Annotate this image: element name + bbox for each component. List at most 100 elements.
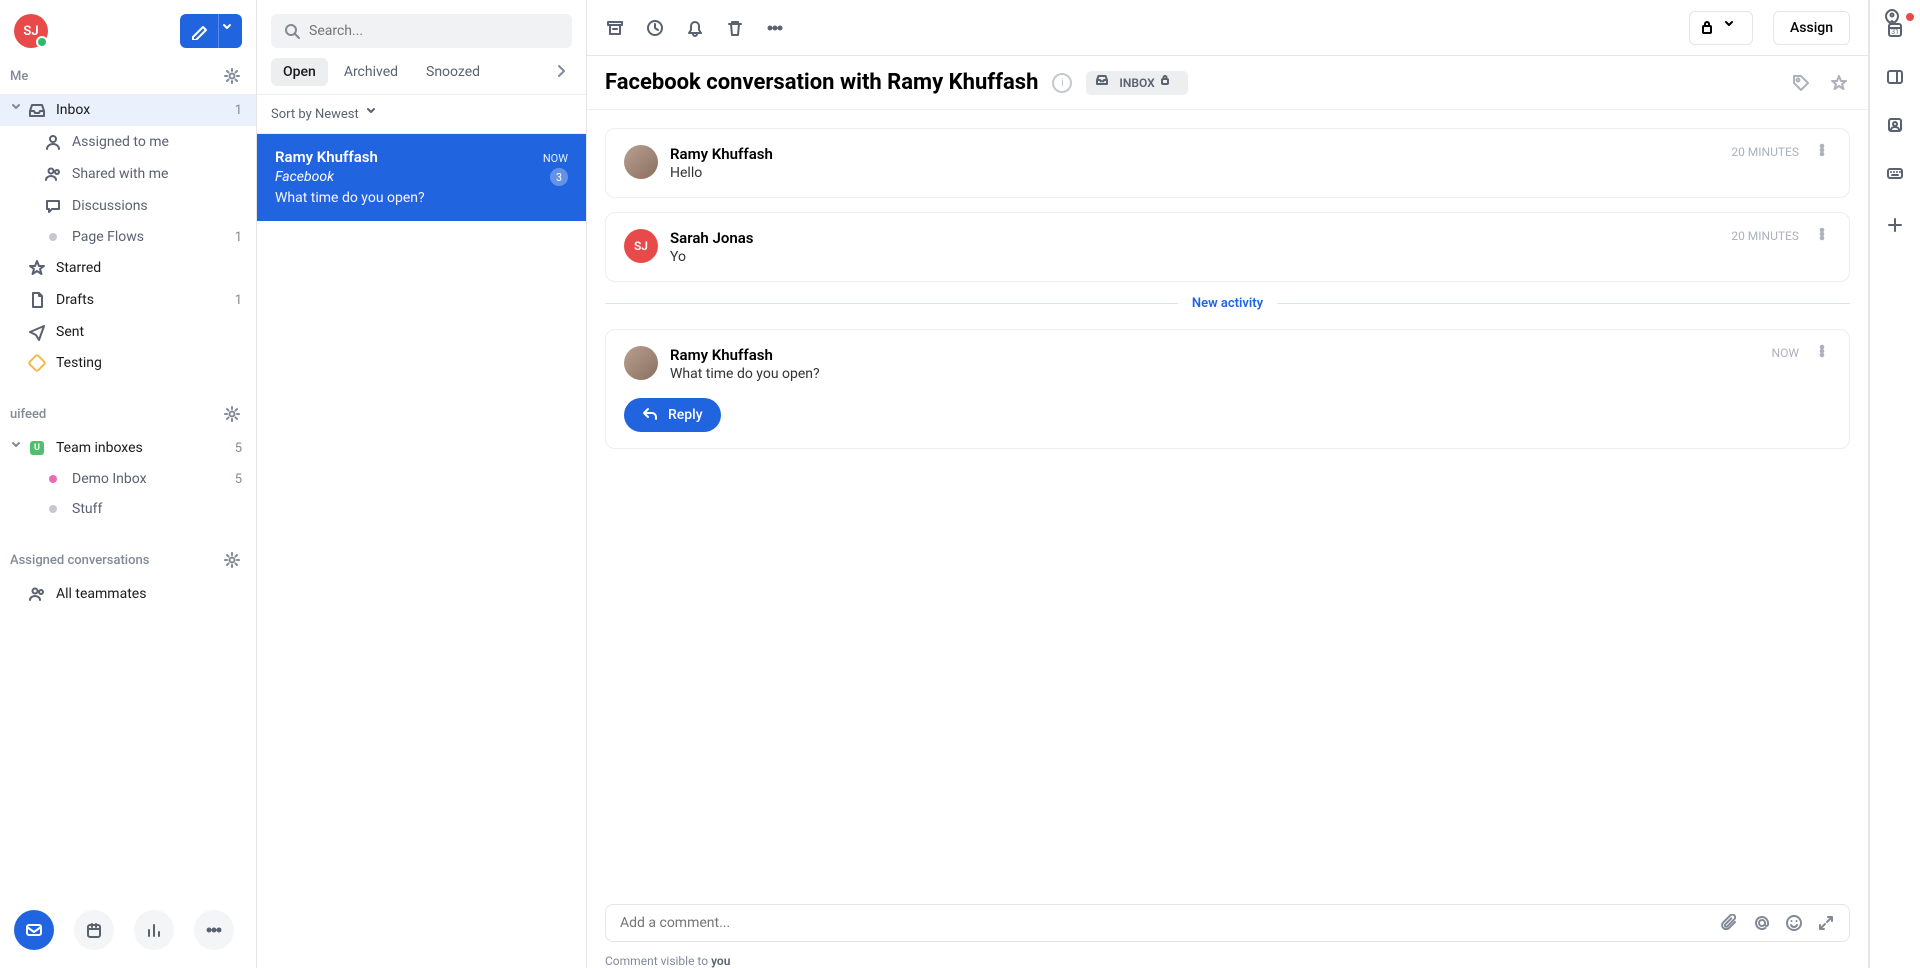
- nav-demo-inbox-count: 5: [235, 472, 242, 487]
- message-time: 20 MINUTES: [1731, 229, 1799, 243]
- section-uifeed: uifeed: [0, 396, 256, 432]
- calendar-icon: [85, 921, 103, 939]
- inbox-chip[interactable]: INBOX: [1086, 71, 1187, 95]
- chevron-right-icon: [554, 63, 572, 81]
- message-author: Sarah Jonas: [670, 229, 1831, 247]
- keyboard-icon: [1886, 164, 1904, 182]
- star-button[interactable]: [1828, 72, 1850, 94]
- nav-demo-inbox[interactable]: Demo Inbox 5: [0, 464, 256, 494]
- team-icon: U: [28, 441, 46, 455]
- section-assigned-label: Assigned conversations: [10, 553, 149, 568]
- section-me-settings[interactable]: [222, 66, 242, 86]
- nav-testing[interactable]: Testing: [0, 348, 256, 378]
- nav-drafts-count: 1: [235, 293, 242, 308]
- nav-page-flows[interactable]: Page Flows 1: [0, 222, 256, 252]
- sort-label: Sort by Newest: [271, 107, 359, 122]
- notify-button[interactable]: [685, 18, 705, 38]
- section-uifeed-label: uifeed: [10, 407, 46, 422]
- more-button[interactable]: [194, 910, 234, 950]
- users-icon: [44, 165, 62, 183]
- message-author: Ramy Khuffash: [670, 346, 1831, 364]
- message-more[interactable]: [1815, 227, 1833, 245]
- composer-input[interactable]: [620, 915, 1721, 931]
- rb-contact[interactable]: [1884, 114, 1906, 136]
- conversation-item[interactable]: Ramy Khuffash NOW Facebook 3 What time d…: [257, 134, 586, 221]
- dot-icon: [44, 475, 62, 483]
- conv-name: Ramy Khuffash: [275, 148, 378, 166]
- chevron-down-icon: [10, 101, 24, 119]
- user-avatar[interactable]: SJ: [14, 14, 48, 48]
- notification-indicator[interactable]: [1882, 8, 1914, 26]
- trash-icon: [726, 19, 744, 37]
- list-pane: Open Archived Snoozed Sort by Newest Ram…: [257, 0, 587, 968]
- filter-open[interactable]: Open: [271, 58, 328, 86]
- nav-drafts[interactable]: Drafts 1: [0, 284, 256, 316]
- reply-label: Reply: [668, 407, 703, 423]
- nav-team-inboxes[interactable]: U Team inboxes 5: [0, 432, 256, 464]
- attach-button[interactable]: [1721, 914, 1739, 932]
- nav-shared-with-me[interactable]: Shared with me: [0, 158, 256, 190]
- nav-page-flows-count: 1: [235, 230, 242, 245]
- search-box[interactable]: [271, 14, 572, 48]
- message-author: Ramy Khuffash: [670, 145, 1831, 163]
- search-icon: [283, 22, 301, 40]
- archive-button[interactable]: [605, 18, 625, 38]
- sidebar-top: SJ: [0, 0, 256, 58]
- conv-time: NOW: [543, 152, 568, 165]
- nav-discussions[interactable]: Discussions: [0, 190, 256, 222]
- contact-icon: [1886, 116, 1904, 134]
- assign-button[interactable]: Assign: [1773, 11, 1850, 45]
- delete-button[interactable]: [725, 18, 745, 38]
- user-initials: SJ: [23, 24, 38, 39]
- sidebar: SJ Me Inbox 1 Assigned to me Shared with…: [0, 0, 257, 968]
- reply-button[interactable]: Reply: [624, 398, 721, 432]
- search-input[interactable]: [309, 23, 560, 39]
- composer-box[interactable]: [605, 904, 1850, 942]
- compose-dropdown[interactable]: [218, 14, 242, 48]
- snooze-button[interactable]: [645, 18, 665, 38]
- nav-assigned-to-me[interactable]: Assigned to me: [0, 126, 256, 158]
- nav-sent-label: Sent: [56, 324, 242, 340]
- filter-snoozed[interactable]: Snoozed: [414, 58, 492, 86]
- inbox-button[interactable]: [14, 910, 54, 950]
- rb-add[interactable]: [1884, 214, 1906, 236]
- notification-dot: [1906, 13, 1914, 21]
- pencil-icon: [190, 22, 208, 40]
- analytics-button[interactable]: [134, 910, 174, 950]
- message-text: Hello: [670, 165, 1831, 181]
- nav-demo-inbox-label: Demo Inbox: [72, 471, 235, 487]
- expand-icon: [1817, 914, 1835, 932]
- expand-button[interactable]: [1817, 914, 1835, 932]
- messages: Ramy Khuffash Hello 20 MINUTES SJ Sarah …: [587, 110, 1868, 892]
- chevron-down-icon: [222, 22, 240, 40]
- tag-button[interactable]: [1790, 72, 1812, 94]
- section-assigned: Assigned conversations: [0, 542, 256, 578]
- calendar-button[interactable]: [74, 910, 114, 950]
- nav-stuff-label: Stuff: [72, 501, 242, 517]
- info-button[interactable]: i: [1052, 73, 1072, 93]
- message-more[interactable]: [1815, 344, 1833, 362]
- nav-all-teammates[interactable]: All teammates: [0, 578, 256, 610]
- section-uifeed-settings[interactable]: [222, 404, 242, 424]
- message-more[interactable]: [1815, 143, 1833, 161]
- emoji-button[interactable]: [1785, 914, 1803, 932]
- lock-dropdown[interactable]: [1689, 11, 1753, 45]
- nav-starred[interactable]: Starred: [0, 252, 256, 284]
- dots-vertical-icon: [1815, 227, 1833, 245]
- section-assigned-settings[interactable]: [222, 550, 242, 570]
- nav-inbox[interactable]: Inbox 1: [0, 94, 256, 126]
- toolbar-more[interactable]: [765, 18, 785, 38]
- nav-stuff[interactable]: Stuff: [0, 494, 256, 524]
- filter-archived[interactable]: Archived: [332, 58, 410, 86]
- rb-keyboard[interactable]: [1884, 162, 1906, 184]
- filter-more[interactable]: [554, 63, 572, 81]
- dot-icon: [44, 505, 62, 513]
- mention-button[interactable]: [1753, 914, 1771, 932]
- compose-button[interactable]: [180, 14, 218, 48]
- nav-sent[interactable]: Sent: [0, 316, 256, 348]
- rb-details[interactable]: [1884, 66, 1906, 88]
- sort-button[interactable]: Sort by Newest: [257, 94, 586, 134]
- dot-icon: [44, 233, 62, 241]
- message-avatar: SJ: [624, 229, 658, 263]
- gear-icon: [223, 67, 241, 85]
